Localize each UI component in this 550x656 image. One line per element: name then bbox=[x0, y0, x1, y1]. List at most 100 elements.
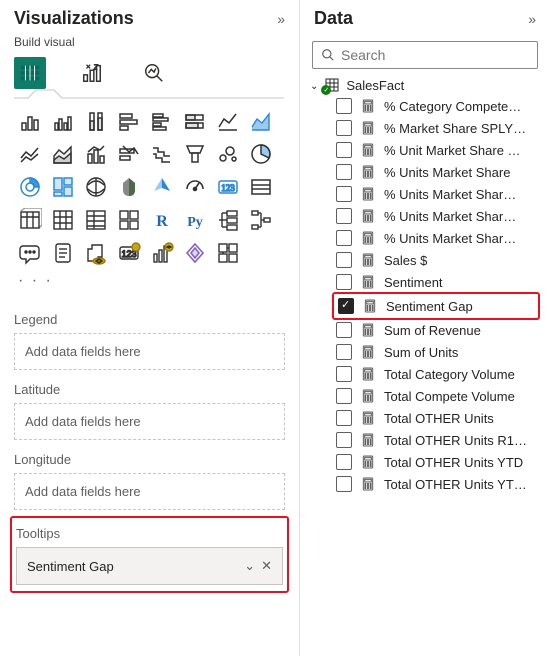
viz-type-14[interactable] bbox=[212, 138, 243, 169]
field-name: Total OTHER Units bbox=[384, 411, 494, 426]
viz-type-28[interactable]: R bbox=[146, 204, 177, 235]
viz-type-3[interactable] bbox=[113, 105, 144, 136]
data-header: Data » bbox=[300, 0, 550, 33]
field-checkbox[interactable] bbox=[336, 252, 352, 268]
viz-type-9[interactable] bbox=[47, 138, 78, 169]
field-item[interactable]: Total Category Volume bbox=[334, 363, 546, 385]
viz-type-34[interactable] bbox=[80, 237, 111, 268]
viz-type-5[interactable] bbox=[179, 105, 210, 136]
viz-type-29[interactable]: Py bbox=[179, 204, 210, 235]
field-item[interactable]: % Category Compete… bbox=[334, 95, 546, 117]
field-checkbox[interactable] bbox=[336, 230, 352, 246]
chevron-down-icon[interactable]: ⌄ bbox=[244, 558, 255, 574]
viz-type-21[interactable] bbox=[179, 171, 210, 202]
table-salesfact[interactable]: ⌄ ✓ SalesFact bbox=[308, 75, 546, 95]
viz-type-36[interactable] bbox=[146, 237, 177, 268]
remove-icon[interactable]: ✕ bbox=[261, 558, 272, 574]
viz-type-37[interactable] bbox=[179, 237, 210, 268]
analytics-tab[interactable] bbox=[138, 57, 170, 89]
viz-type-13[interactable] bbox=[179, 138, 210, 169]
field-checkbox[interactable] bbox=[336, 344, 352, 360]
longitude-well[interactable]: Add data fields here bbox=[14, 473, 285, 510]
viz-type-7[interactable] bbox=[245, 105, 276, 136]
viz-type-2[interactable] bbox=[80, 105, 111, 136]
build-visual-tab[interactable] bbox=[14, 57, 46, 89]
field-item[interactable]: % Units Market Shar… bbox=[334, 205, 546, 227]
viz-type-32[interactable] bbox=[14, 237, 45, 268]
viz-type-11[interactable] bbox=[113, 138, 144, 169]
viz-type-23[interactable] bbox=[245, 171, 276, 202]
field-item[interactable]: Sum of Revenue bbox=[334, 319, 546, 341]
viz-type-6[interactable] bbox=[212, 105, 243, 136]
field-item[interactable]: % Units Market Shar… bbox=[334, 227, 546, 249]
field-name: Sentiment Gap bbox=[386, 299, 473, 314]
field-item[interactable]: Sentiment bbox=[334, 271, 546, 293]
field-checkbox[interactable] bbox=[336, 142, 352, 158]
legend-well[interactable]: Add data fields here bbox=[14, 333, 285, 370]
field-checkbox[interactable] bbox=[336, 186, 352, 202]
field-checkbox[interactable] bbox=[336, 120, 352, 136]
viz-type-4[interactable] bbox=[146, 105, 177, 136]
field-item[interactable]: Total Compete Volume bbox=[334, 385, 546, 407]
viz-type-16[interactable] bbox=[14, 171, 45, 202]
field-item[interactable]: % Market Share SPLY… bbox=[334, 117, 546, 139]
viz-type-1[interactable] bbox=[47, 105, 78, 136]
field-checkbox[interactable] bbox=[338, 298, 354, 314]
viz-type-10[interactable] bbox=[80, 138, 111, 169]
viz-type-8[interactable] bbox=[14, 138, 45, 169]
data-title: Data bbox=[314, 8, 353, 29]
field-checkbox[interactable] bbox=[336, 274, 352, 290]
field-item[interactable]: Sales $ bbox=[334, 249, 546, 271]
field-checkbox[interactable] bbox=[336, 410, 352, 426]
viz-type-0[interactable] bbox=[14, 105, 45, 136]
viz-type-19[interactable] bbox=[113, 171, 144, 202]
viz-type-25[interactable] bbox=[47, 204, 78, 235]
viz-type-35[interactable]: 123 bbox=[113, 237, 144, 268]
more-visuals-button[interactable]: · · · bbox=[14, 270, 285, 300]
field-item[interactable]: Total OTHER Units YT… bbox=[334, 473, 546, 495]
search-input[interactable] bbox=[341, 47, 529, 63]
field-item[interactable]: % Units Market Share bbox=[334, 161, 546, 183]
field-list: % Category Compete…% Market Share SPLY…%… bbox=[308, 95, 546, 495]
svg-text:R: R bbox=[156, 213, 168, 230]
measure-icon bbox=[360, 476, 376, 492]
field-item[interactable]: Total OTHER Units YTD bbox=[334, 451, 546, 473]
viz-type-27[interactable] bbox=[113, 204, 144, 235]
viz-type-17[interactable] bbox=[47, 171, 78, 202]
viz-type-33[interactable] bbox=[47, 237, 78, 268]
viz-type-31[interactable] bbox=[245, 204, 276, 235]
field-item[interactable]: Total OTHER Units bbox=[334, 407, 546, 429]
field-checkbox[interactable] bbox=[336, 476, 352, 492]
field-item[interactable]: Sentiment Gap bbox=[336, 295, 536, 317]
field-checkbox[interactable] bbox=[336, 98, 352, 114]
viz-type-24[interactable] bbox=[14, 204, 45, 235]
field-checkbox[interactable] bbox=[336, 432, 352, 448]
viz-type-12[interactable] bbox=[146, 138, 177, 169]
measure-icon bbox=[360, 252, 376, 268]
viz-type-26[interactable] bbox=[80, 204, 111, 235]
field-checkbox[interactable] bbox=[336, 388, 352, 404]
viz-type-30[interactable] bbox=[212, 204, 243, 235]
field-item[interactable]: Total OTHER Units R1… bbox=[334, 429, 546, 451]
latitude-well[interactable]: Add data fields here bbox=[14, 403, 285, 440]
longitude-section: Longitude Add data fields here bbox=[14, 448, 285, 510]
viz-type-15[interactable] bbox=[245, 138, 276, 169]
search-box[interactable] bbox=[312, 41, 538, 69]
field-item[interactable]: Sum of Units bbox=[334, 341, 546, 363]
viz-type-38[interactable] bbox=[212, 237, 243, 268]
viz-type-22[interactable]: 123 bbox=[212, 171, 243, 202]
field-checkbox[interactable] bbox=[336, 322, 352, 338]
field-checkbox[interactable] bbox=[336, 454, 352, 470]
field-checkbox[interactable] bbox=[336, 208, 352, 224]
viz-type-20[interactable] bbox=[146, 171, 177, 202]
field-checkbox[interactable] bbox=[336, 366, 352, 382]
field-item[interactable]: % Unit Market Share … bbox=[334, 139, 546, 161]
viz-type-18[interactable] bbox=[80, 171, 111, 202]
tooltips-well[interactable]: Sentiment Gap ⌄ ✕ bbox=[16, 547, 283, 585]
field-item[interactable]: % Units Market Shar… bbox=[334, 183, 546, 205]
field-checkbox[interactable] bbox=[336, 164, 352, 180]
collapse-viz-icon[interactable]: » bbox=[277, 11, 285, 27]
field-name: Sales $ bbox=[384, 253, 427, 268]
format-visual-tab[interactable] bbox=[76, 57, 108, 89]
collapse-data-icon[interactable]: » bbox=[528, 11, 536, 27]
